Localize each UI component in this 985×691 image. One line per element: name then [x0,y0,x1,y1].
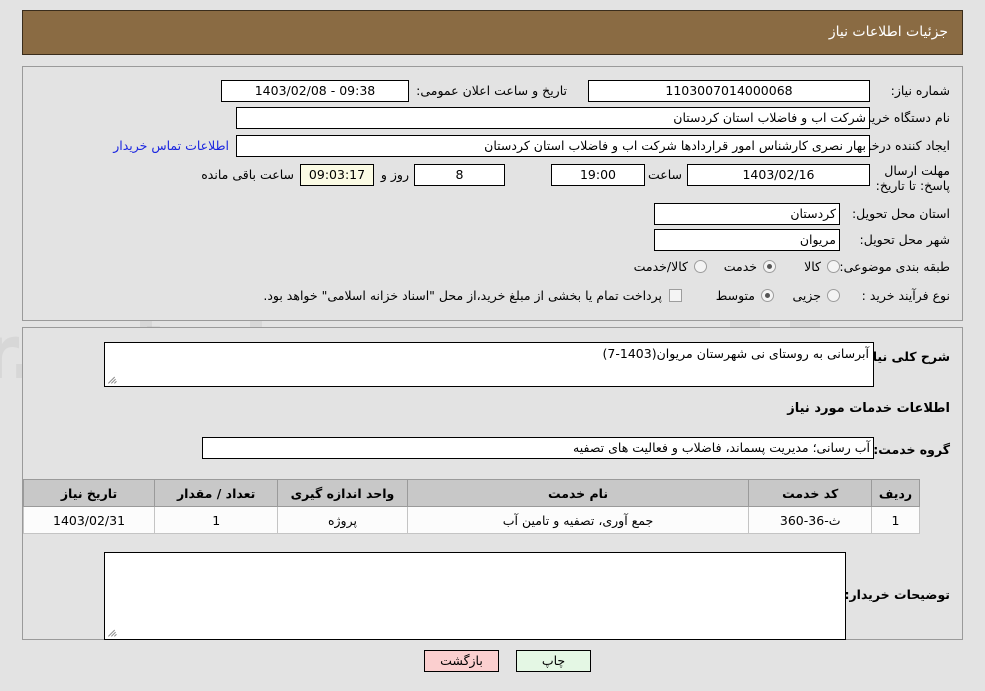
resize-grip-icon-notes[interactable] [107,627,118,638]
checkbox-label-islamic-treasury-docs: پرداخت تمام یا بخشی از مبلغ خرید،از محل … [263,288,662,303]
services-section-title: اطلاعات خدمات مورد نیاز [787,401,950,416]
field-service-group[interactable]: آب رسانی؛ مدیریت پسماند، فاضلاب و فعالیت… [202,437,874,459]
col-row-no: ردیف [870,479,921,507]
general-description-value: آبرسانی به روستای نی شهرستان مریوان(1403… [602,346,869,361]
field-delivery-city[interactable]: مریوان [654,229,840,251]
field-public-announcement[interactable]: 09:38 - 1403/02/08 [221,80,409,102]
field-requester[interactable]: بهار نصری کارشناس امور قراردادها شرکت اب… [236,135,870,157]
resize-grip-icon[interactable] [107,374,118,385]
label-purchase-process: نوع فرآیند خرید : [861,288,950,303]
cell-service-name: جمع آوری، تصفیه و تامین آب [406,506,750,534]
back-button[interactable]: بازگشت [424,650,499,672]
cell-service-code: ث-36-360 [748,506,872,534]
radio-subject-kala[interactable] [827,260,840,273]
field-remaining-days[interactable]: 8 [414,164,505,186]
col-service-code: کد خدمت [748,479,872,507]
col-service-name: نام خدمت [406,479,750,507]
radio-label-process-jozei: جزیی [792,288,821,303]
field-delivery-province[interactable]: کردستان [654,203,840,225]
print-button[interactable]: چاپ [516,650,591,672]
radio-subject-khedmat[interactable] [763,260,776,273]
radio-label-process-motevaset: متوسط [715,288,755,303]
label-buyer-notes: توضیحات خریدار: [844,587,950,602]
field-deadline-time[interactable]: 19:00 [551,164,645,186]
col-need-date: تاریخ نیاز [22,479,156,507]
page-header: جزئیات اطلاعات نیاز [22,10,963,55]
label-service-group: گروه خدمت: [873,442,950,457]
cell-unit: پروژه [277,506,408,534]
label-remaining-hours: ساعت باقی مانده [201,167,294,182]
cell-need-date: 1403/02/31 [22,506,156,534]
label-deadline: مهلت ارسال پاسخ: تا تاریخ: [875,163,950,193]
field-countdown-timer: 09:03:17 [300,164,374,186]
field-buyer-org[interactable]: شرکت اب و فاضلاب استان کردستان [236,107,870,129]
radio-label-subject-khedmat: خدمت [723,259,757,274]
footer-bar: بازگشت چاپ [0,646,985,691]
checkbox-islamic-treasury-docs[interactable] [669,289,682,302]
table-row[interactable]: 1 ث-36-360 جمع آوری، تصفیه و تامین آب پر… [22,506,921,534]
radio-label-subject-kala-khedmat: کالا/خدمت [633,259,688,274]
label-subject-classification: طبقه بندی موضوعی: [839,259,950,274]
label-delivery-province: استان محل تحویل: [851,206,950,221]
field-deadline-date[interactable]: 1403/02/16 [687,164,870,186]
radio-process-jozei[interactable] [827,289,840,302]
radio-subject-kala-khedmat[interactable] [694,260,707,273]
page-title: جزئیات اطلاعات نیاز [828,24,948,40]
label-need-number: شماره نیاز: [890,83,950,98]
textarea-general-description[interactable]: آبرسانی به روستای نی شهرستان مریوان(1403… [104,342,874,387]
cell-row-no: 1 [870,506,921,534]
label-days: روز و [380,167,409,182]
need-summary-panel: شماره نیاز: 1103007014000068 تاریخ و ساع… [22,66,963,321]
label-deadline-time: ساعت [647,167,682,182]
needed-services-table: ردیف کد خدمت نام خدمت واحد اندازه گیری ت… [22,479,921,534]
label-public-announcement: تاریخ و ساعت اعلان عمومی: [416,83,567,98]
col-quantity: تعداد / مقدار [154,479,279,507]
radio-process-motevaset[interactable] [761,289,774,302]
label-delivery-city: شهر محل تحویل: [859,232,950,247]
field-need-number[interactable]: 1103007014000068 [588,80,870,102]
cell-quantity: 1 [154,506,279,534]
col-unit: واحد اندازه گیری [277,479,408,507]
textarea-buyer-notes[interactable] [104,552,846,640]
table-header-row: ردیف کد خدمت نام خدمت واحد اندازه گیری ت… [22,479,921,507]
buyer-contact-link[interactable]: اطلاعات تماس خریدار [113,135,229,157]
radio-label-subject-kala: کالا [804,259,821,274]
